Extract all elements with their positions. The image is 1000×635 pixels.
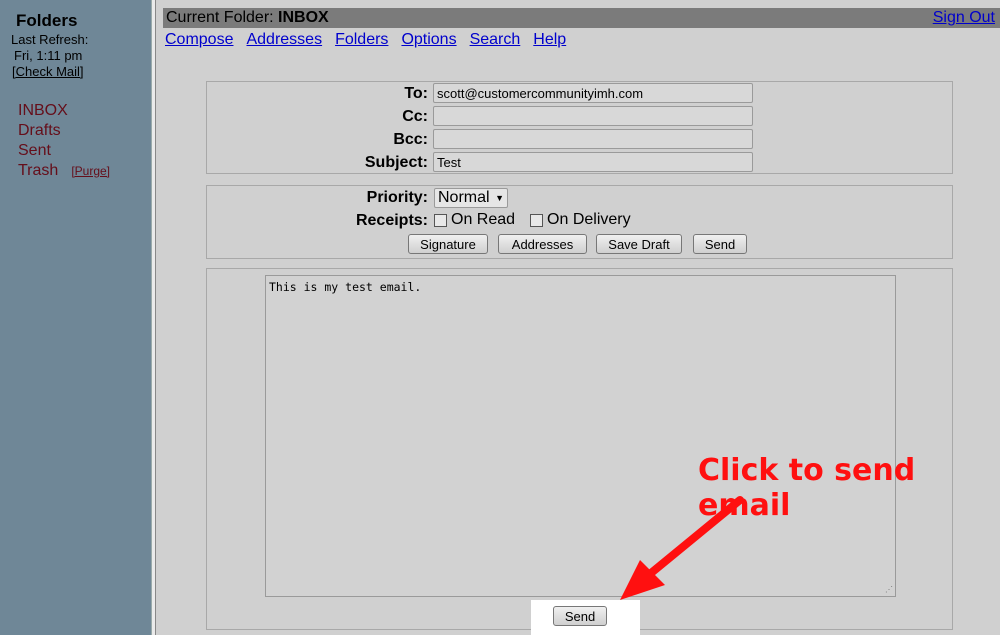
subject-field[interactable]: Test	[433, 152, 753, 172]
message-body-text: This is my test email.	[269, 280, 422, 294]
folder-label: INBOX	[18, 102, 68, 119]
receipt-on-delivery: On Delivery	[530, 211, 631, 229]
to-field[interactable]: scott@customercommunityimh.com	[433, 83, 753, 103]
current-folder: Current Folder: INBOX	[166, 9, 329, 27]
current-folder-name: INBOX	[278, 9, 329, 26]
nav-compose[interactable]: Compose	[165, 31, 233, 49]
folder-label: Drafts	[18, 122, 61, 139]
message-body[interactable]: This is my test email. ⋰	[265, 275, 896, 597]
sidebar: Folders Last Refresh: Fri, 1:11 pm [Chec…	[0, 0, 151, 635]
priority-label: Priority:	[366, 189, 428, 206]
priority-select[interactable]: Normal ▼	[434, 188, 508, 208]
priority-value: Normal	[438, 189, 490, 206]
cc-label: Cc:	[402, 108, 428, 125]
annotation-arrow-icon	[620, 496, 744, 600]
folder-trash[interactable]: Trash [Purge]	[18, 161, 110, 181]
send-button-top[interactable]: Send	[693, 234, 747, 254]
save-draft-button[interactable]: Save Draft	[596, 234, 682, 254]
purge-link[interactable]: [Purge]	[71, 161, 110, 181]
on-read-checkbox[interactable]	[434, 213, 447, 227]
folder-inbox[interactable]: INBOX	[18, 101, 110, 121]
on-read-label: On Read	[451, 211, 516, 228]
resize-handle-icon[interactable]: ⋰	[885, 585, 893, 594]
options-panel: Priority: Normal ▼ Receipts: On Read On …	[206, 185, 953, 259]
receipt-on-read: On Read	[434, 211, 515, 229]
bcc-field[interactable]	[433, 129, 753, 149]
address-panel: To: scott@customercommunityimh.com Cc: B…	[206, 81, 953, 174]
on-delivery-label: On Delivery	[547, 211, 631, 228]
frame-divider[interactable]	[151, 0, 156, 635]
folder-sent[interactable]: Sent	[18, 141, 110, 161]
signature-button[interactable]: Signature	[408, 234, 488, 254]
chevron-down-icon: ▼	[495, 193, 504, 203]
nav-help[interactable]: Help	[533, 31, 566, 49]
receipts-options: On Read On Delivery	[434, 211, 646, 229]
sidebar-title: Folders	[16, 11, 78, 30]
folder-label: Trash	[18, 162, 59, 179]
main-nav: Compose Addresses Folders Options Search…	[165, 31, 579, 49]
subject-label: Subject:	[364, 154, 428, 171]
to-label: To:	[404, 85, 428, 102]
bcc-label: Bcc:	[393, 131, 428, 148]
folder-list: INBOX Drafts Sent Trash [Purge]	[18, 101, 110, 181]
nav-addresses[interactable]: Addresses	[246, 31, 322, 49]
send-button-bottom[interactable]: Send	[553, 606, 607, 626]
on-delivery-checkbox[interactable]	[530, 213, 544, 227]
last-refresh-label: Last Refresh:	[11, 32, 89, 47]
cc-field[interactable]	[433, 106, 753, 126]
folder-drafts[interactable]: Drafts	[18, 121, 110, 141]
nav-folders[interactable]: Folders	[335, 31, 388, 49]
current-folder-label: Current Folder:	[166, 9, 274, 26]
message-panel: This is my test email. ⋰	[206, 268, 953, 630]
header-bar: Current Folder: INBOX Sign Out	[163, 8, 1000, 28]
receipts-label: Receipts:	[355, 212, 428, 229]
sign-out-link[interactable]: Sign Out	[933, 9, 995, 27]
addresses-button[interactable]: Addresses	[498, 234, 587, 254]
check-mail-link[interactable]: [Check Mail]	[12, 64, 84, 79]
folder-label: Sent	[18, 142, 51, 159]
nav-search[interactable]: Search	[470, 31, 521, 49]
nav-options[interactable]: Options	[401, 31, 456, 49]
last-refresh-time: Fri, 1:11 pm	[14, 48, 83, 63]
